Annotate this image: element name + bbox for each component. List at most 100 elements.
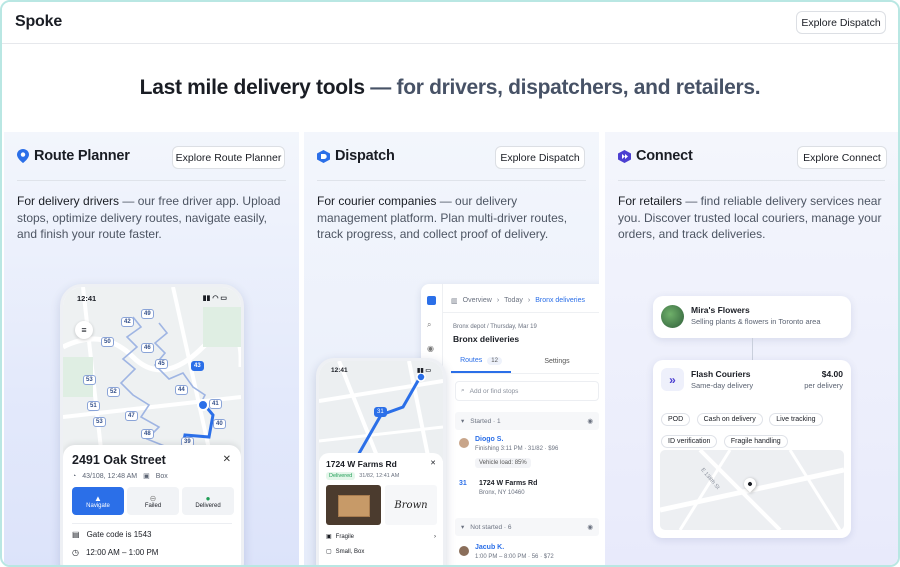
map-icon: ▥ — [451, 298, 458, 305]
route-stop-markers: 5342495046454351524453414039384748 — [63, 287, 241, 467]
explore-dispatch-button[interactable]: Explore Dispatch — [495, 146, 585, 169]
service-tags: POD Cash on delivery Live tracking ID ve… — [661, 408, 845, 452]
started-group-header[interactable]: ▾ Started · 1 ◉ — [455, 412, 599, 430]
connect-logo-icon — [618, 149, 631, 163]
courier-name: Flash Couriers — [691, 369, 751, 379]
driver-cost: $96 — [548, 446, 559, 452]
signature-image[interactable]: Brown — [385, 485, 437, 525]
retailer-desc: Selling plants & flowers in Toronto area — [691, 317, 821, 326]
signal-battery-icon: ▮▮ ▭ — [417, 367, 431, 374]
delivered-label: Delivered — [195, 502, 221, 509]
tab-routes-label: Routes — [460, 357, 483, 364]
spoke-logo[interactable]: Spoke — [15, 13, 62, 31]
route-planner-column: Route Planner Explore Route Planner For … — [4, 132, 299, 565]
delivered-button[interactable]: ● Delivered — [182, 487, 234, 515]
box-icon: ▢ — [326, 549, 332, 555]
explore-route-planner-button[interactable]: Explore Route Planner — [172, 146, 285, 169]
stop-meta-type: Box — [155, 472, 168, 480]
search-icon[interactable]: ⌕ — [427, 320, 431, 330]
dispatch-app-icon[interactable] — [427, 296, 436, 305]
route-stop-marker[interactable]: 31 — [374, 407, 387, 417]
fragile-icon: ▣ — [326, 534, 332, 540]
route-stop-marker[interactable]: 47 — [125, 411, 138, 421]
route-stop-marker[interactable]: 49 — [141, 309, 154, 319]
driver-stops: 56 — [531, 554, 539, 560]
retailer-card[interactable]: Mira's Flowers Selling plants & flowers … — [653, 296, 851, 338]
courier-desc: Same-day delivery — [691, 381, 754, 390]
route-stop-marker[interactable]: 48 — [141, 429, 154, 439]
stop-time-window: 12:00 AM – 1:00 PM — [85, 548, 159, 557]
navigate-button[interactable]: ▲ Navigate — [72, 487, 124, 515]
connector-line — [752, 338, 753, 360]
breadcrumb-today[interactable]: Today — [504, 297, 523, 305]
driver-hours: 1:00 PM – 8:00 PM — [475, 554, 527, 560]
breadcrumb-overview[interactable]: Overview — [463, 297, 492, 305]
dispatch-web-panel: ⌕ ◉ ▥ Overview › Today › Bronx deliveries … — [421, 284, 599, 565]
started-group-label: Started · 1 — [470, 417, 501, 425]
package-photo[interactable] — [326, 485, 381, 525]
stop-address: 1724 W Farms Rd — [479, 480, 538, 487]
courier-logo: » — [661, 368, 684, 391]
failed-button[interactable]: ⊖ Failed — [127, 487, 179, 515]
location-icon[interactable]: ◉ — [427, 344, 434, 353]
map-pin-icon — [17, 149, 29, 163]
item-row[interactable]: ▣ Fragile › — [326, 533, 436, 541]
route-stop-marker[interactable]: 53 — [83, 375, 96, 385]
retailer-avatar — [661, 305, 684, 328]
route-stop-marker[interactable]: 40 — [213, 419, 226, 429]
driver-meta: Finishing 3:11 PM · 31/82 · $96 — [475, 446, 559, 452]
route-stop-marker[interactable]: 44 — [175, 385, 188, 395]
route-stop-marker[interactable]: 42 — [121, 317, 134, 327]
dispatch-column: Dispatch Explore Dispatch For courier co… — [304, 132, 599, 565]
stop-row[interactable]: 31 1724 W Farms Rd Bronx, NY 10460 — [459, 480, 599, 508]
breadcrumb-current[interactable]: Bronx deliveries — [535, 297, 585, 305]
phone-time: 12:41 — [77, 293, 97, 303]
visibility-icon[interactable]: ◉ — [587, 523, 593, 531]
route-stop-marker[interactable]: 52 — [107, 387, 120, 397]
driver-finish: Finishing 3:11 PM — [475, 446, 523, 452]
explore-connect-button[interactable]: Explore Connect — [797, 146, 887, 169]
route-planner-lead: For delivery drivers — [17, 194, 120, 208]
stop-note: Gate code is 1543 — [86, 530, 152, 539]
stop-meta: ◔ 43/108, 12:48 AM ▣ Box — [72, 472, 168, 481]
retailer-name: Mira's Flowers — [691, 305, 750, 315]
route-stop-marker[interactable]: 50 — [101, 337, 114, 347]
close-icon[interactable]: ✕ — [430, 459, 436, 467]
stop-address: 2491 Oak Street — [72, 453, 166, 467]
panel-divider — [443, 312, 599, 313]
courier-card[interactable]: » Flash Couriers Same-day delivery $4.00… — [653, 360, 851, 538]
route-stop-marker[interactable]: 53 — [93, 417, 106, 427]
item-size: Small, Box — [335, 548, 365, 555]
avatar — [459, 546, 469, 556]
route-stop-marker[interactable]: 46 — [141, 343, 154, 353]
close-icon[interactable]: ✕ — [223, 454, 231, 465]
vehicle-load-chip: Vehicle load: 85% — [475, 458, 531, 468]
tag-cash-on-delivery: Cash on delivery — [696, 413, 763, 426]
driver-row[interactable]: Diogo S. Finishing 3:11 PM · 31/82 · $96… — [459, 436, 599, 476]
visibility-icon[interactable]: ◉ — [587, 417, 593, 425]
route-stop-marker[interactable]: 51 — [87, 401, 100, 411]
divider — [317, 180, 586, 181]
dispatch-logo-icon — [317, 149, 330, 163]
stop-number-icon: ◔ — [72, 472, 77, 480]
route-stop-marker[interactable]: 43 — [191, 361, 204, 371]
menu-button[interactable]: ≡ — [75, 321, 93, 339]
tab-settings[interactable]: Settings — [511, 350, 599, 373]
tab-routes[interactable]: Routes 12 — [451, 350, 511, 373]
pin-dot — [747, 481, 753, 487]
phone-time: 12:41 — [331, 366, 348, 374]
route-group-title: Bronx deliveries — [453, 334, 520, 344]
hero-title: Last mile delivery tools — for drivers, … — [2, 76, 898, 100]
explore-dispatch-header-button[interactable]: Explore Dispatch — [796, 11, 886, 34]
route-stop-marker[interactable]: 45 — [155, 359, 168, 369]
add-stops-input[interactable]: ⌕ Add or find stops — [455, 381, 599, 401]
dispatch-description: For courier companies — our delivery man… — [317, 193, 587, 243]
stop-city: Bronx, NY 10460 — [479, 490, 525, 496]
not-started-group-label: Not started · 6 — [470, 523, 512, 531]
route-stop-marker[interactable]: 41 — [209, 399, 222, 409]
navigate-icon: ▲ — [94, 493, 102, 503]
not-started-group-header[interactable]: ▾ Not started · 6 ◉ — [455, 518, 599, 536]
driver-row[interactable]: Jacub K. 1:00 PM – 8:00 PM · 56 · $72 — [459, 544, 599, 565]
navigate-label: Navigate — [86, 502, 110, 509]
driver-stops: 31/82 — [527, 446, 543, 452]
